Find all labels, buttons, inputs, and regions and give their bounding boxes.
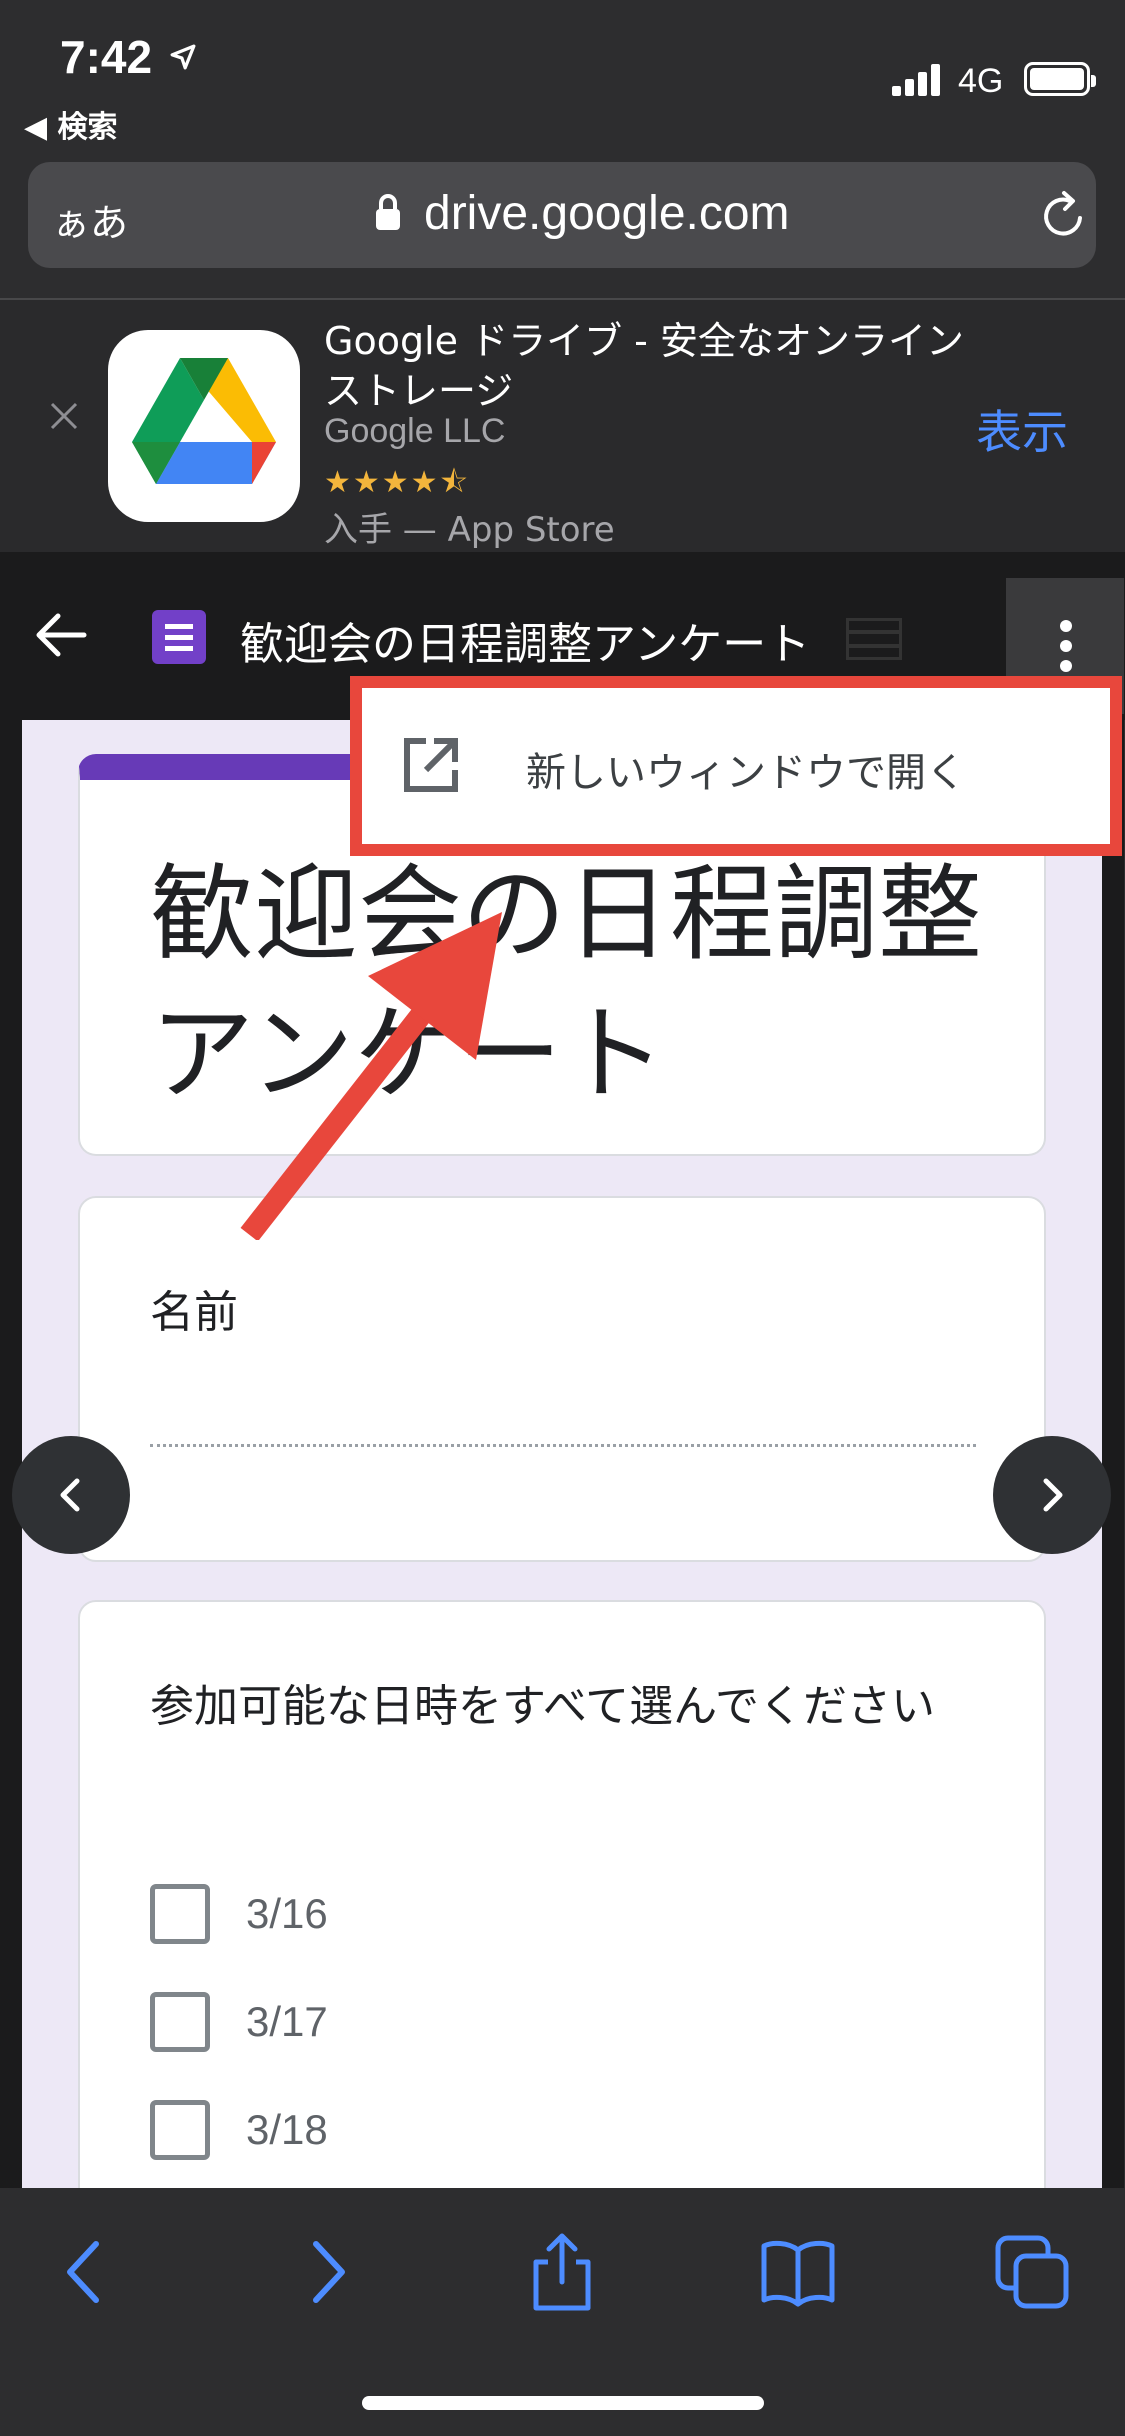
share-icon[interactable] — [522, 2232, 602, 2312]
next-file-button[interactable] — [993, 1436, 1111, 1554]
chevron-right-icon — [1043, 1478, 1063, 1512]
checkbox[interactable] — [150, 1992, 210, 2052]
clock: 7:42 — [60, 31, 153, 83]
battery-icon — [1024, 62, 1096, 96]
option-label: 3/18 — [246, 2106, 328, 2153]
question-card-name: 名前 — [78, 1196, 1046, 1562]
reload-icon[interactable] — [1036, 188, 1092, 244]
form-preview: 歓迎会の日程調整アンケート 名前 参加可能な日時をすべて選んでください 3/16… — [22, 720, 1102, 2188]
option-label: 3/16 — [246, 1890, 328, 1937]
smart-app-banner: Google ドライブ - 安全なオンライン ストレージ Google LLC … — [0, 300, 1125, 552]
text-size-button[interactable]: ぁあ — [52, 192, 128, 247]
open-in-new-window-menu: 新しいウィンドウで開く — [350, 676, 1122, 856]
url-text[interactable]: drive.google.com — [424, 186, 790, 241]
google-forms-icon — [152, 610, 206, 664]
menu-item-label: 新しいウィンドウで開く — [526, 750, 966, 796]
close-icon[interactable] — [44, 396, 84, 436]
app-developer: Google LLC — [324, 412, 506, 450]
menu-item-open-new-window[interactable]: 新しいウィンドウで開く — [362, 688, 1110, 844]
back-arrow-icon[interactable] — [34, 608, 88, 662]
short-answer-input[interactable] — [150, 1444, 976, 1447]
app-name: Google ドライブ - 安全なオンライン ストレージ — [324, 319, 964, 413]
question-label: 参加可能な日時をすべて選んでください — [150, 1681, 935, 1732]
lock-icon — [376, 194, 400, 230]
app-store-text: 入手 — App Store — [324, 510, 615, 550]
left-shade — [0, 720, 22, 2188]
back-to-app-link[interactable]: ◀ 検索 — [24, 102, 118, 146]
checkbox[interactable] — [150, 2100, 210, 2160]
home-indicator — [362, 2396, 764, 2410]
previous-file-button[interactable] — [12, 1436, 130, 1554]
chevron-left-icon — [60, 1478, 80, 1512]
address-bar[interactable]: ぁあ drive.google.com — [28, 162, 1096, 268]
view-in-app-store-button[interactable]: 表示 — [976, 396, 1068, 462]
annotation-arrow — [240, 912, 502, 1240]
file-title: 歓迎会の日程調整アンケート — [240, 619, 811, 670]
cellular-signal-icon — [892, 62, 944, 96]
tabs-icon[interactable] — [992, 2232, 1072, 2312]
status-bar: 7:42 ◀ 検索 4G — [0, 0, 1125, 150]
question-card-dates: 参加可能な日時をすべて選んでください 3/16 3/17 3/18 — [78, 1600, 1046, 2188]
checkbox[interactable] — [150, 1884, 210, 1944]
network-type: 4G — [958, 62, 1004, 100]
google-drive-app-icon — [108, 330, 300, 522]
list-view-icon[interactable] — [846, 618, 902, 660]
open-in-new-icon — [404, 738, 458, 792]
forward-icon[interactable] — [286, 2232, 366, 2312]
back-icon[interactable] — [46, 2232, 126, 2312]
option-label: 3/17 — [246, 1998, 328, 2045]
bookmarks-icon[interactable] — [758, 2232, 838, 2312]
question-label: 名前 — [150, 1287, 238, 1338]
right-shade — [1102, 720, 1124, 2188]
location-arrow-icon — [170, 44, 196, 70]
